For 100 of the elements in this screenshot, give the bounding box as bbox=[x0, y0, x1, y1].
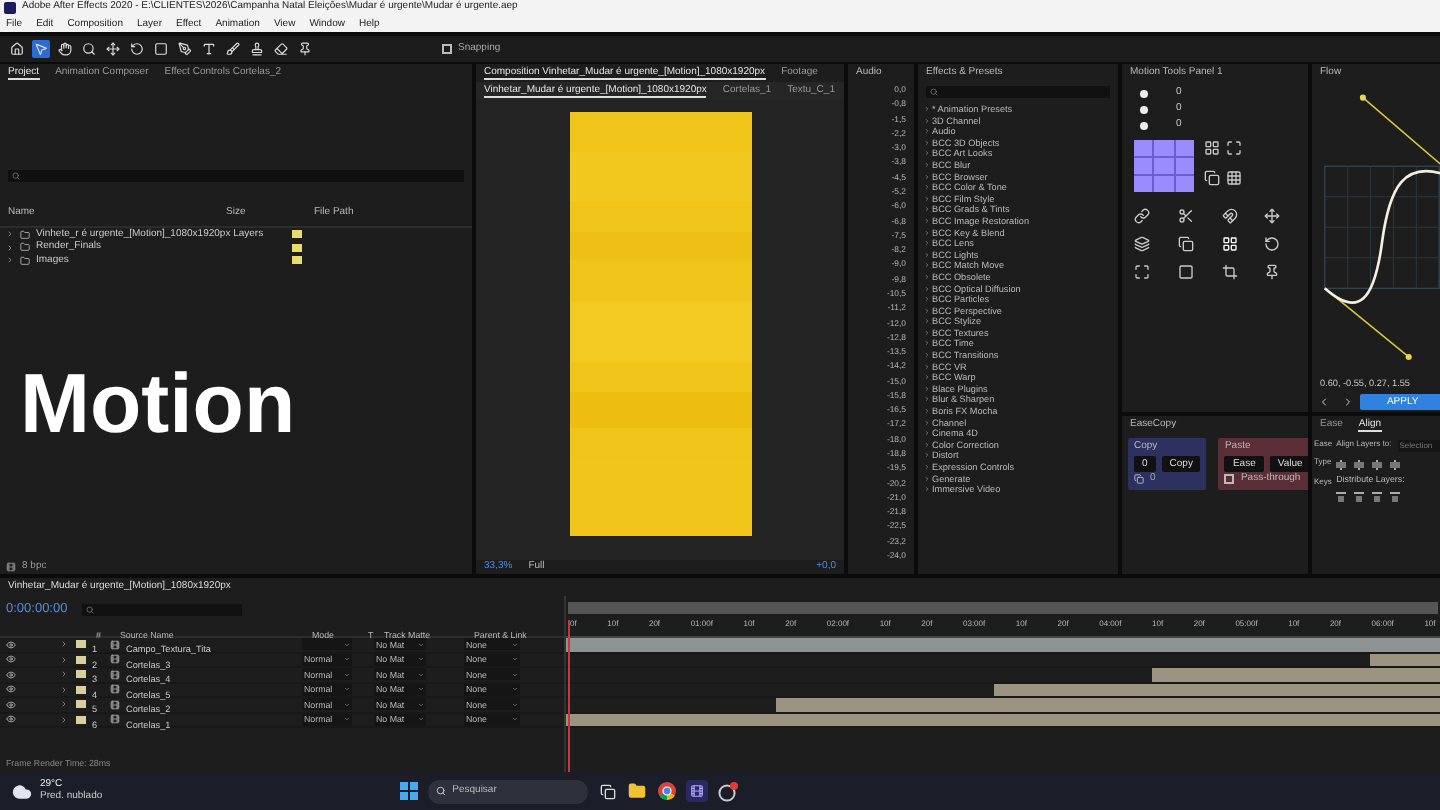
label-swatch bbox=[76, 700, 86, 709]
video-app-button[interactable] bbox=[686, 780, 709, 802]
distribute-icon bbox=[1390, 492, 1401, 503]
align-icon bbox=[1354, 459, 1365, 469]
previous-icon[interactable] bbox=[1318, 395, 1330, 407]
tool-button[interactable] bbox=[152, 40, 170, 58]
visibility-icon bbox=[6, 669, 16, 680]
scissors-icon bbox=[1177, 208, 1194, 224]
circle-icon bbox=[717, 781, 738, 801]
composition-icon bbox=[6, 562, 16, 572]
visibility-icon bbox=[6, 639, 16, 650]
copy-icon bbox=[1177, 236, 1194, 252]
rotate-icon bbox=[1264, 236, 1281, 252]
grid-icon bbox=[1204, 140, 1220, 156]
pointer-icon bbox=[34, 42, 48, 56]
tool-button[interactable] bbox=[8, 40, 26, 58]
label-swatch bbox=[76, 715, 86, 724]
tool-button[interactable] bbox=[200, 40, 218, 58]
tool-button[interactable] bbox=[248, 40, 266, 58]
clipboard-icon bbox=[1134, 474, 1144, 484]
tool-button[interactable] bbox=[56, 40, 74, 58]
label-swatch bbox=[292, 256, 302, 265]
tool-button[interactable] bbox=[104, 40, 122, 58]
start-button[interactable] bbox=[398, 780, 421, 802]
copy-icon bbox=[1204, 169, 1220, 185]
search-icon bbox=[930, 88, 938, 96]
task-view-button[interactable] bbox=[596, 780, 619, 802]
composition-icon bbox=[110, 684, 120, 695]
anchor-dot-icon bbox=[1134, 105, 1150, 113]
distribute-icon bbox=[1372, 492, 1383, 503]
label-swatch bbox=[76, 640, 86, 649]
label-swatch bbox=[76, 670, 86, 679]
app-logo-icon bbox=[4, 2, 16, 14]
align-icon bbox=[1372, 459, 1383, 469]
visibility-icon bbox=[6, 699, 16, 710]
move-icon bbox=[106, 42, 120, 56]
link-icon bbox=[1134, 208, 1150, 224]
zoom-icon bbox=[82, 42, 96, 56]
browser-icon bbox=[658, 782, 677, 800]
overlay-title: Motion bbox=[18, 355, 298, 451]
film-icon bbox=[690, 784, 705, 798]
snapping-checkbox[interactable] bbox=[442, 44, 452, 54]
next-icon[interactable] bbox=[1342, 395, 1354, 407]
expand-icon bbox=[1134, 264, 1150, 280]
align-icon bbox=[1336, 459, 1347, 469]
label-swatch bbox=[76, 655, 86, 664]
label-swatch bbox=[292, 230, 302, 239]
crop-icon bbox=[1221, 264, 1237, 280]
hand-icon bbox=[58, 42, 72, 56]
search-field[interactable] bbox=[8, 170, 464, 182]
brush-icon bbox=[226, 42, 240, 56]
text-icon bbox=[202, 42, 216, 56]
home-icon bbox=[10, 42, 24, 56]
tool-button[interactable] bbox=[80, 40, 98, 58]
weather-icon bbox=[12, 781, 32, 801]
grid-icon bbox=[1226, 169, 1242, 185]
tool-button[interactable] bbox=[272, 40, 290, 58]
rectangle-icon bbox=[154, 42, 168, 56]
grid-icon bbox=[1221, 236, 1237, 252]
tool-button[interactable] bbox=[224, 40, 242, 58]
tool-button[interactable] bbox=[296, 40, 314, 58]
app-button[interactable] bbox=[716, 780, 739, 802]
square-icon bbox=[1177, 264, 1194, 280]
eraser-icon bbox=[274, 42, 288, 56]
composition-icon bbox=[110, 639, 120, 650]
search-icon bbox=[436, 786, 447, 796]
pin-icon bbox=[1264, 264, 1281, 280]
expand-icon bbox=[1226, 140, 1242, 156]
windows-logo-icon bbox=[400, 782, 419, 800]
anchor-dot-icon bbox=[1134, 121, 1150, 129]
rotate-icon bbox=[130, 42, 144, 56]
tool-button[interactable] bbox=[176, 40, 194, 58]
label-swatch bbox=[292, 243, 302, 252]
anchor-dot-icon bbox=[1134, 89, 1150, 97]
search-icon bbox=[85, 606, 94, 614]
visibility-icon bbox=[6, 684, 16, 695]
composition-icon bbox=[110, 699, 120, 710]
composition-icon bbox=[110, 654, 120, 665]
file-explorer-button[interactable] bbox=[626, 780, 649, 802]
distribute-icon bbox=[1354, 492, 1365, 503]
folder-icon bbox=[628, 782, 647, 800]
magnet-icon bbox=[1221, 208, 1237, 224]
pen-icon bbox=[178, 42, 192, 56]
visibility-icon bbox=[6, 654, 16, 665]
browser-button[interactable] bbox=[656, 780, 679, 802]
visibility-icon bbox=[6, 714, 16, 725]
search-field[interactable] bbox=[926, 86, 1110, 98]
tool-button[interactable] bbox=[128, 40, 146, 58]
search-icon bbox=[12, 172, 20, 180]
distribute-icon bbox=[1336, 492, 1347, 503]
pin-icon bbox=[298, 42, 312, 56]
move-icon bbox=[1264, 208, 1281, 224]
label-swatch bbox=[76, 685, 86, 694]
search-field[interactable] bbox=[81, 604, 242, 616]
composition-icon bbox=[110, 714, 120, 725]
layers-icon bbox=[1134, 236, 1150, 252]
stamp-icon bbox=[250, 42, 264, 56]
align-icon bbox=[1390, 459, 1401, 469]
pass-through-checkbox[interactable] bbox=[1224, 474, 1235, 484]
composition-icon bbox=[110, 669, 120, 680]
